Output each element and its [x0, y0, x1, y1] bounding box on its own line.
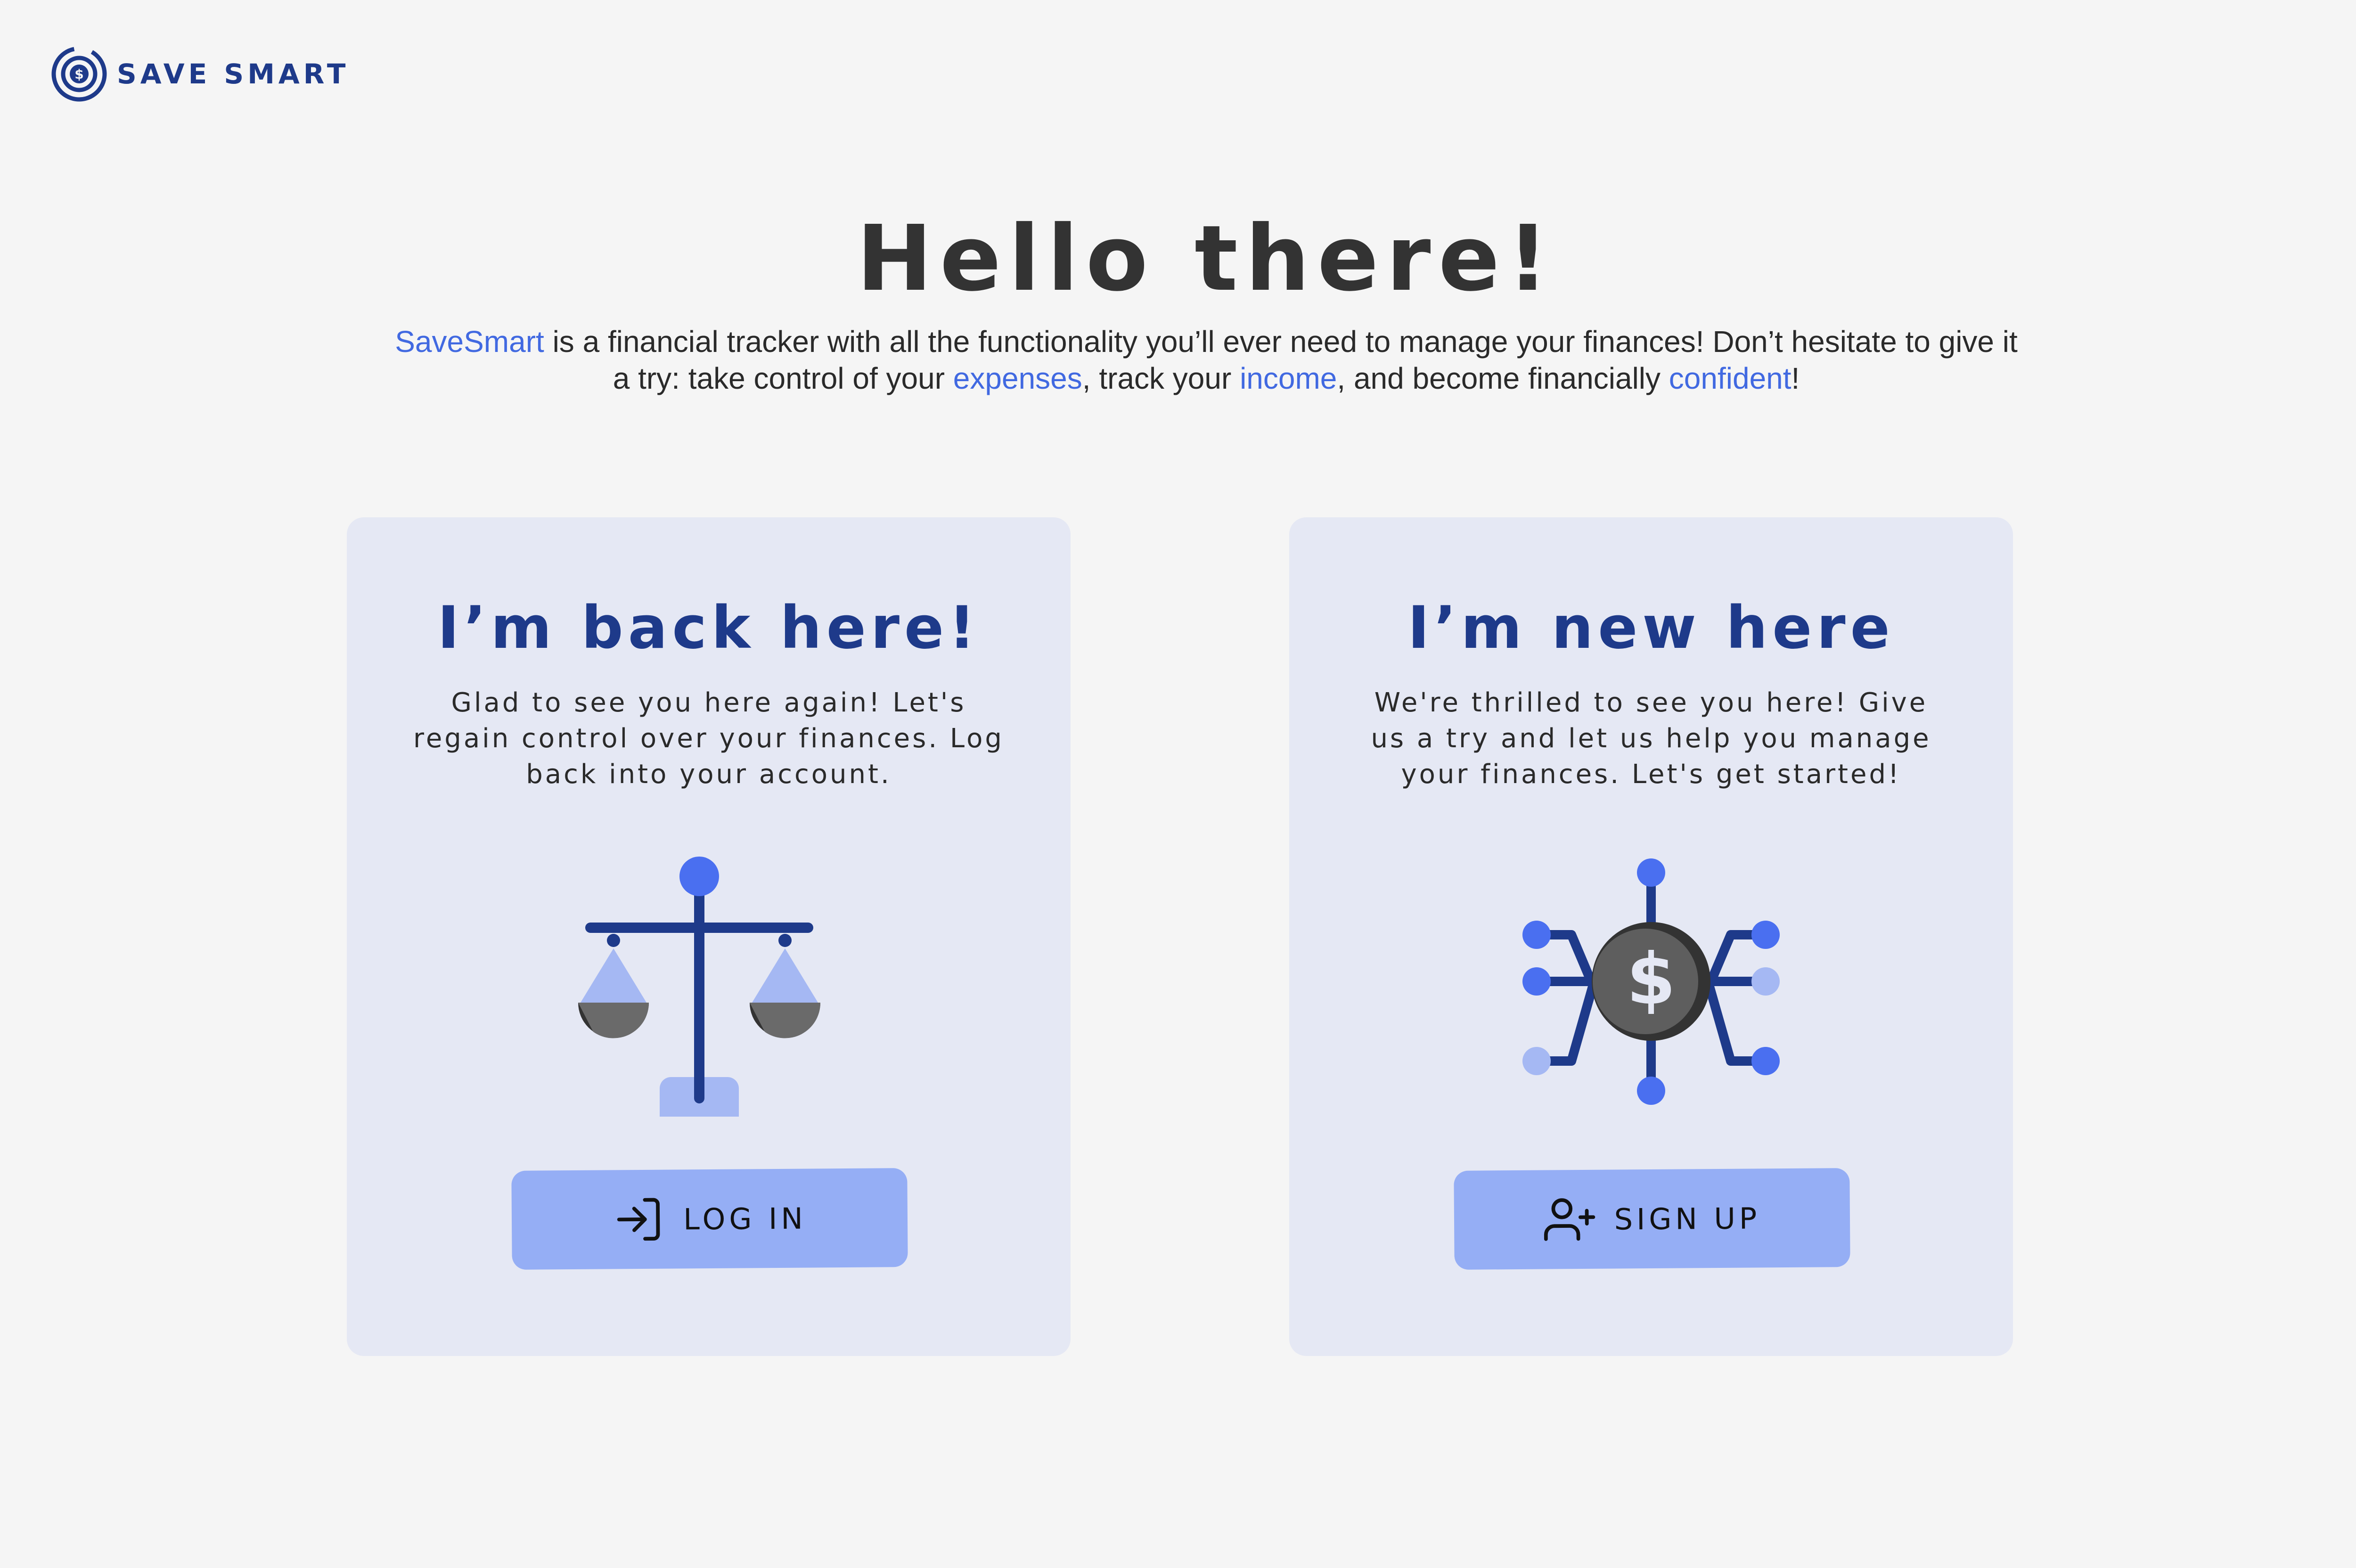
signup-button[interactable]: SIGN UP — [1454, 1168, 1850, 1270]
svg-text:$: $ — [1627, 939, 1676, 1021]
login-card-text: Glad to see you here again! Let's regain… — [413, 687, 1004, 790]
brand-highlight: SaveSmart — [395, 325, 544, 359]
dollar-target-icon: $ — [50, 45, 108, 103]
confident-highlight: confident — [1669, 361, 1792, 395]
intro-text-part3: , and become financially — [1337, 361, 1669, 395]
log-in-icon — [613, 1193, 665, 1246]
expenses-highlight: expenses — [953, 361, 1082, 395]
brand-name: SAVE SMART — [117, 58, 350, 90]
signup-card: I’m new here We're thrilled to see you h… — [1289, 517, 2013, 1356]
signup-card-text: We're thrilled to see you here! Give us … — [1371, 687, 1931, 790]
login-button-label: LOG IN — [683, 1201, 807, 1236]
user-plus-icon — [1543, 1193, 1595, 1246]
page-title: Hello there! — [856, 206, 1556, 311]
svg-text:$: $ — [74, 66, 83, 82]
login-card: I’m back here! Glad to see you here agai… — [347, 517, 1071, 1356]
intro-text: SaveSmart is a financial tracker with al… — [386, 323, 2026, 397]
balance-scale-icon — [560, 834, 843, 1117]
login-button[interactable]: LOG IN — [511, 1168, 908, 1270]
brand-logo-link[interactable]: $ SAVE SMART — [50, 43, 349, 105]
signup-button-label: SIGN UP — [1614, 1200, 1761, 1237]
intro-text-part2: , track your — [1082, 361, 1240, 395]
signup-card-title: I’m new here — [1407, 594, 1895, 662]
intro-text-part4: ! — [1791, 361, 1800, 395]
dollar-network-icon: $ — [1510, 834, 1792, 1117]
login-card-title: I’m back here! — [437, 594, 980, 662]
income-highlight: income — [1240, 361, 1337, 395]
